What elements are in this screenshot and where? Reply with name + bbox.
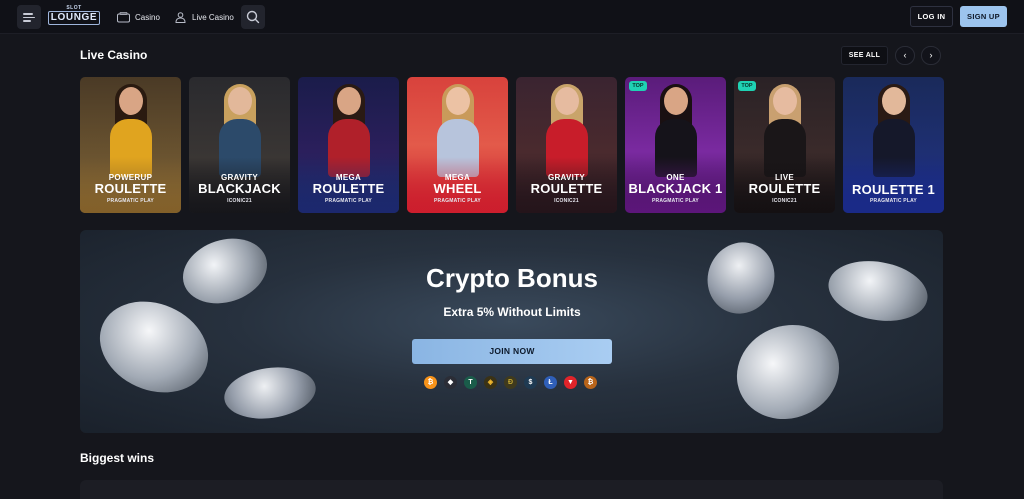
tile-name: ROULETTE (94, 181, 167, 196)
tile-provider: PRAGMATIC PLAY (652, 198, 699, 204)
game-tile-gravity-roulette[interactable]: GRAVITY ROULETTE ICONIC21 (516, 77, 617, 213)
nav-live-casino[interactable]: Live Casino (174, 9, 234, 25)
nav-casino[interactable]: Casino (117, 9, 160, 25)
crypto-icons-row: ₿ ◆ T ◈ Ð $ Ł ▼ ₿ (422, 376, 602, 390)
tile-name: ROULETTE (312, 181, 385, 196)
carousel-prev-button[interactable]: ‹ (895, 46, 915, 65)
tile-provider: ICONIC21 (227, 198, 252, 204)
tile-provider: ICONIC21 (554, 198, 579, 204)
game-tile-one-blackjack-1[interactable]: TOP ONE BLACKJACK 1 PRAGMATIC PLAY (625, 77, 726, 213)
nav-live-casino-label: Live Casino (192, 12, 234, 22)
game-tile-mega-roulette[interactable]: MEGA ROULETTE PRAGMATIC PLAY (298, 77, 399, 213)
tile-provider: PRAGMATIC PLAY (870, 198, 917, 204)
banner-title: Crypto Bonus (426, 263, 598, 293)
biggest-wins-title: Biggest wins (80, 451, 155, 465)
bitcoin-icon: ₿ (424, 376, 437, 389)
tile-name: ROULETTE (530, 181, 603, 196)
game-tile-live-roulette[interactable]: TOP LIVE ROULETTE ICONIC21 (734, 77, 835, 213)
coin-image (85, 284, 223, 410)
tile-name: ROULETTE (748, 181, 821, 196)
usdc-icon: $ (524, 376, 537, 389)
search-icon (246, 10, 260, 24)
game-tile-powerup-roulette[interactable]: POWERUP ROULETTE PRAGMATIC PLAY (80, 77, 181, 213)
dogecoin-icon: Ð (504, 376, 517, 389)
top-navigation-bar: SLOT LOUNGE Casino Live Casino LOG IN SI… (0, 0, 1024, 34)
tile-name: BLACKJACK (198, 181, 281, 196)
carousel-next-button[interactable]: › (921, 46, 941, 65)
tether-icon: T (464, 376, 477, 389)
tile-name: ROULETTE 1 (852, 182, 935, 197)
tile-name: BLACKJACK 1 (628, 181, 723, 196)
bnb-icon: ◈ (484, 376, 497, 389)
logo-main-text: LOUNGE (48, 11, 100, 25)
game-tile-gravity-blackjack[interactable]: GRAVITY BLACKJACK ICONIC21 (189, 77, 290, 213)
chevron-right-icon: › (929, 50, 933, 60)
tile-provider: PRAGMATIC PLAY (434, 198, 481, 204)
join-now-button[interactable]: JOIN NOW (412, 339, 612, 364)
litecoin-icon: Ł (544, 376, 557, 389)
dealer-icon (175, 11, 186, 23)
top-badge: TOP (738, 81, 756, 91)
bitcoin-cash-icon: ₿ (584, 376, 597, 389)
see-all-button[interactable]: SEE ALL (841, 46, 888, 65)
tile-provider: PRAGMATIC PLAY (107, 198, 154, 204)
game-tile-roulette-1[interactable]: ROULETTE 1 PRAGMATIC PLAY (843, 77, 944, 213)
live-casino-carousel: POWERUP ROULETTE PRAGMATIC PLAY GRAVITY … (80, 77, 944, 213)
cards-icon (117, 11, 130, 22)
site-logo[interactable]: SLOT LOUNGE (48, 5, 100, 27)
crypto-bonus-banner[interactable] (80, 230, 943, 433)
search-button[interactable] (241, 5, 265, 29)
menu-button[interactable] (17, 5, 41, 29)
login-button[interactable]: LOG IN (910, 6, 953, 27)
banner-subtitle: Extra 5% Without Limits (443, 305, 581, 319)
biggest-wins-panel (80, 480, 943, 499)
ethereum-icon: ◆ (444, 376, 457, 389)
tile-name: WHEEL (433, 181, 482, 196)
nav-casino-label: Casino (135, 12, 160, 22)
top-badge: TOP (629, 81, 647, 91)
tile-provider: PRAGMATIC PLAY (325, 198, 372, 204)
tile-provider: ICONIC21 (772, 198, 797, 204)
coin-image (721, 308, 855, 433)
tron-icon: ▼ (564, 376, 577, 389)
signup-button[interactable]: SIGN UP (960, 6, 1007, 27)
game-tile-mega-wheel[interactable]: MEGA WHEEL PRAGMATIC PLAY (407, 77, 508, 213)
coin-image (220, 361, 320, 425)
chevron-left-icon: ‹ (903, 50, 907, 60)
menu-icon (23, 13, 33, 15)
live-casino-title: Live Casino (80, 48, 148, 62)
